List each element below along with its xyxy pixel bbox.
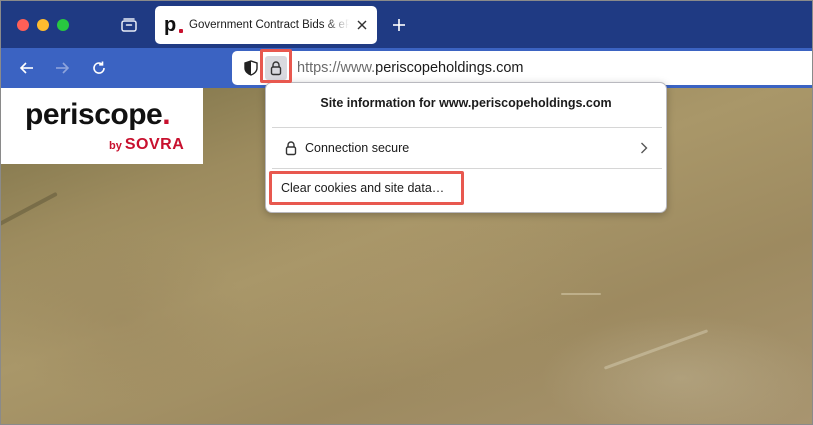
shield-icon[interactable] [242, 59, 260, 77]
logo-wordmark: periscope. [25, 98, 171, 132]
lock-icon [283, 140, 299, 156]
close-icon[interactable] [355, 18, 369, 32]
logo-main-text: periscope [25, 98, 163, 131]
background-streak [603, 329, 709, 370]
divider [272, 168, 662, 169]
background-streak [561, 293, 601, 295]
tab-overview-icon[interactable] [119, 15, 139, 35]
clear-cookies-button[interactable]: Clear cookies and site data… [275, 177, 461, 199]
url-text[interactable]: https://www.periscopeholdings.com [297, 60, 523, 76]
favicon-icon: p [164, 14, 183, 36]
back-arrow-icon[interactable] [17, 58, 37, 78]
connection-secure-row[interactable]: Connection secure [272, 129, 662, 167]
minimize-window-button[interactable] [37, 19, 49, 31]
site-info-popup: Site information for www.periscopeholdin… [265, 82, 667, 213]
forward-arrow-icon[interactable] [52, 58, 72, 78]
logo-sub: by SOVRA [109, 136, 184, 154]
background-streak [1, 191, 58, 229]
logo-dot: . [162, 98, 171, 131]
url-bar[interactable]: https://www.periscopeholdings.com [232, 51, 812, 85]
close-window-button[interactable] [17, 19, 29, 31]
favicon-letter: p [164, 14, 177, 36]
url-domain: periscopeholdings.com [375, 60, 524, 76]
tab-title: Government Contract Bids & eP [189, 19, 349, 31]
tab-active[interactable]: p Government Contract Bids & eP [155, 6, 377, 44]
lock-icon[interactable] [265, 56, 287, 80]
url-prefix: https://www. [297, 60, 376, 76]
zoom-window-button[interactable] [57, 19, 69, 31]
plus-icon[interactable] [389, 15, 409, 35]
divider [272, 127, 662, 128]
reload-icon[interactable] [89, 58, 109, 78]
connection-label: Connection secure [305, 141, 410, 155]
tab-strip: p Government Contract Bids & eP [1, 1, 812, 48]
logo-by: by [109, 140, 122, 152]
browser-window: p Government Contract Bids & eP https://… [0, 0, 813, 425]
popup-title: Site information for www.periscopeholdin… [320, 96, 612, 110]
favicon-dot [179, 29, 183, 33]
site-logo[interactable]: periscope. by SOVRA [1, 88, 203, 164]
chevron-right-icon [636, 140, 652, 156]
logo-brand: SOVRA [124, 136, 185, 153]
